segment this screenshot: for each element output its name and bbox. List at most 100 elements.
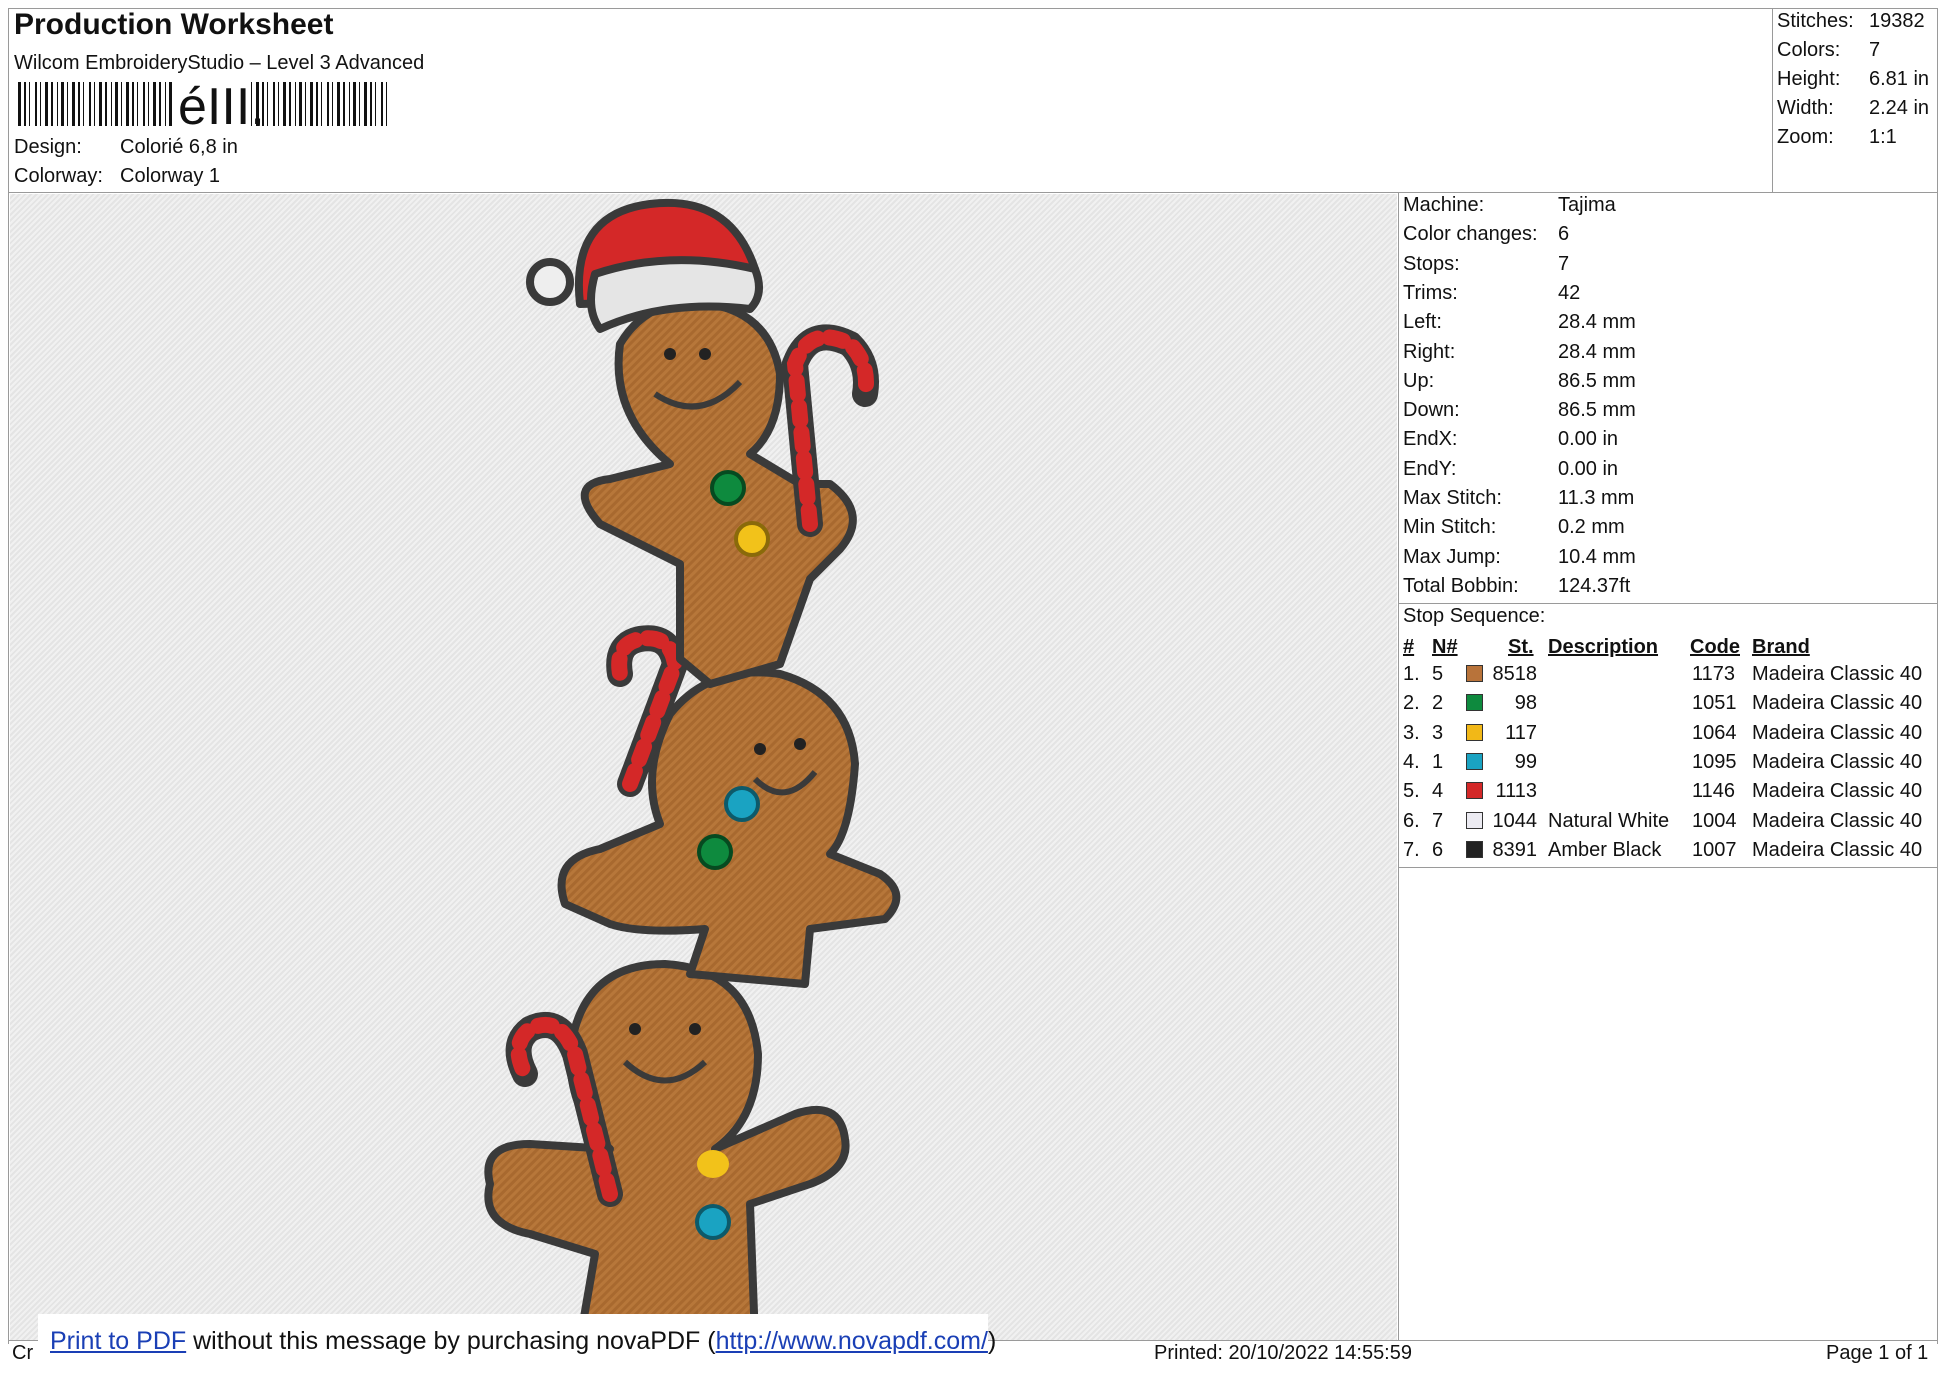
machine-value: 124.37ft: [1558, 574, 1631, 597]
row-code: 1064: [1692, 721, 1737, 744]
barcode: éIII,: [18, 82, 387, 126]
barcode-bar: [337, 82, 340, 126]
machine-value: 86.5 mm: [1558, 369, 1636, 392]
row-num: 3.: [1403, 721, 1420, 744]
barcode-bar: [321, 82, 322, 126]
barcode-bar: [343, 82, 345, 126]
machine-value: 0.2 mm: [1558, 516, 1625, 539]
row-num: 7.: [1403, 838, 1420, 861]
machine-value: 86.5 mm: [1558, 399, 1636, 422]
machine-label: Stops:: [1403, 252, 1460, 275]
gingerbread-middle: [557, 668, 901, 988]
color-swatch: [1466, 723, 1483, 741]
barcode-bar: [45, 82, 48, 126]
row-num: 2.: [1403, 692, 1420, 715]
machine-label: Right:: [1403, 340, 1456, 363]
santa-hat: [526, 198, 763, 333]
barcode-bar: [349, 82, 350, 126]
print-to-pdf-link[interactable]: Print to PDF: [50, 1327, 186, 1355]
row-code: 1051: [1692, 692, 1737, 715]
row-num: 4.: [1403, 750, 1420, 773]
barcode-bar: [29, 82, 30, 126]
machine-value: 0.00 in: [1558, 428, 1619, 451]
machine-label: Machine:: [1403, 194, 1485, 216]
barcode-bar: [359, 82, 360, 126]
row-needle: 2: [1432, 692, 1444, 715]
machine-value: 6: [1558, 223, 1570, 246]
barcode-bar: [327, 82, 329, 126]
software-name: Wilcom EmbroideryStudio – Level 3 Advanc…: [14, 52, 425, 74]
row-brand: Madeira Classic 40: [1752, 750, 1923, 773]
row-stitches: 1044: [1492, 809, 1538, 832]
machine-label: Down:: [1403, 399, 1460, 422]
machine-value: 0.00 in: [1558, 457, 1619, 480]
col-num: #: [1403, 636, 1415, 658]
design-preview: [10, 194, 1397, 1344]
novapdf-url-link[interactable]: http://www.novapdf.com/: [716, 1327, 988, 1355]
barcode-bar: [137, 82, 138, 126]
barcode-bar: [148, 82, 149, 126]
header-divider: [8, 192, 1938, 193]
summary-value: 19382: [1869, 10, 1925, 32]
page-title: Production Worksheet: [14, 8, 334, 41]
col-brand: Brand: [1752, 636, 1810, 658]
row-stitches: 98: [1514, 692, 1537, 715]
barcode-bar: [267, 82, 268, 126]
row-needle: 3: [1432, 721, 1444, 744]
machine-label: Total Bobbin:: [1403, 574, 1519, 597]
summary-label: Zoom:: [1777, 126, 1834, 148]
barcode-bar: [289, 82, 291, 126]
frame-right: [1937, 8, 1938, 1344]
design-value: Colorié 6,8 in: [120, 136, 238, 158]
row-stitches: 8391: [1492, 838, 1538, 861]
machine-value: 11.3 mm: [1558, 487, 1635, 509]
stop-sequence-title: Stop Sequence:: [1403, 605, 1546, 627]
barcode-bar: [24, 82, 26, 126]
barcode-bar: [72, 82, 75, 126]
row-stitches: 117: [1505, 721, 1537, 744]
row-description: Amber Black: [1548, 838, 1662, 861]
machine-value: 28.4 mm: [1558, 311, 1636, 334]
barcode-bar: [143, 82, 145, 126]
row-stitches: 8518: [1492, 663, 1538, 685]
machine-label: Up:: [1403, 369, 1435, 392]
barcode-bar: [386, 82, 387, 126]
row-brand: Madeira Classic 40: [1752, 663, 1923, 685]
machine-value: 10.4 mm: [1558, 545, 1636, 568]
barcode-bar: [165, 82, 166, 126]
novapdf-close: ): [987, 1327, 997, 1355]
row-num: 1.: [1403, 663, 1420, 685]
barcode-bar: [121, 82, 122, 126]
panel-divider: [1398, 192, 1399, 1340]
page-number: Page 1 of 1: [1826, 1342, 1929, 1364]
machine-value: 28.4 mm: [1558, 340, 1636, 363]
row-code: 1004: [1692, 809, 1737, 832]
barcode-bar: [67, 82, 68, 126]
sequence-divider: [1398, 867, 1938, 868]
colorway-value: Colorway 1: [120, 165, 221, 187]
machine-label: Max Jump:: [1403, 545, 1501, 568]
color-swatch: [1466, 694, 1483, 712]
color-swatch: [1466, 752, 1483, 770]
row-needle: 5: [1432, 663, 1444, 685]
barcode-bar: [89, 82, 91, 126]
barcode-bar: [295, 82, 296, 126]
barcode-bar: [35, 82, 37, 126]
barcode-bar: [305, 82, 306, 126]
machine-value: 42: [1558, 281, 1581, 304]
row-code: 1007: [1692, 838, 1737, 861]
barcode-text: éIII,: [178, 82, 265, 126]
row-brand: Madeira Classic 40: [1752, 838, 1923, 861]
col-needle: N#: [1432, 636, 1458, 658]
design-label: Design:: [14, 136, 82, 158]
barcode-bar: [370, 82, 372, 126]
row-brand: Madeira Classic 40: [1752, 721, 1923, 744]
row-code: 1146: [1692, 780, 1736, 803]
novapdf-banner: Print to PDF without this message by pur…: [38, 1314, 996, 1368]
barcode-bar: [283, 82, 286, 126]
row-code: 1173: [1692, 663, 1736, 685]
barcode-bar: [353, 82, 356, 126]
row-stitches: 1113: [1495, 780, 1537, 803]
color-swatch: [1466, 811, 1483, 829]
barcode-bar: [169, 82, 172, 126]
